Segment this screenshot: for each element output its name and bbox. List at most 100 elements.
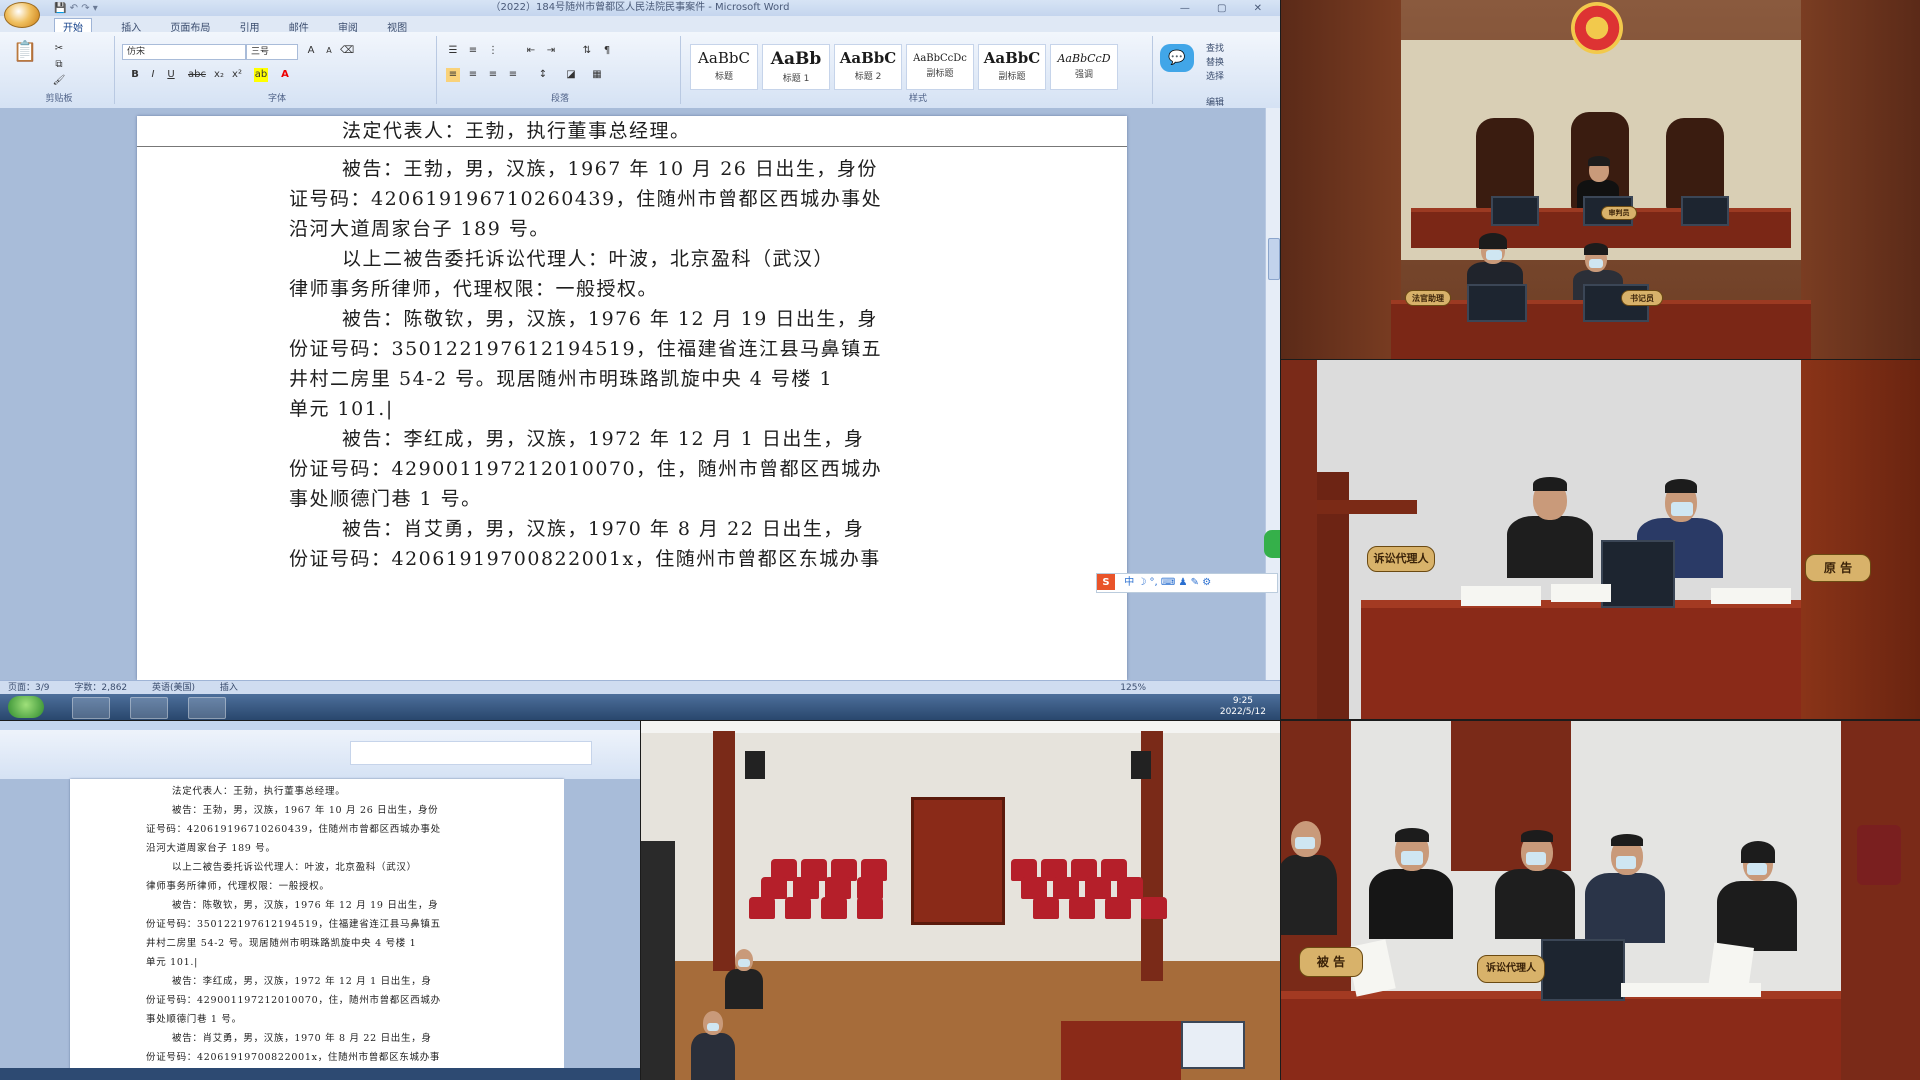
scroll-thumb[interactable] [1268,238,1280,280]
align-right-icon[interactable]: ≡ [486,68,500,82]
document-line: 以上二被告委托诉讼代理人：叶波，北京盈科（武汉） [342,248,835,270]
document-line: 法定代表人：王勃，执行董事总经理。 [342,120,691,142]
mini-document-line: 份证号码：42061919700822001x，住随州市曾都区东城办事 [146,1052,441,1063]
sort-icon[interactable]: ⇅ [580,44,594,58]
window-controls[interactable]: — ▢ ✕ [1180,1,1274,17]
select-button[interactable]: 选择 [1206,70,1224,84]
gallery-camera-feed [641,721,1280,1080]
system-clock[interactable]: 9:25 2022/5/12 [1220,696,1266,718]
clear-format-icon[interactable]: ⌫ [340,44,354,58]
ime-tools-icon[interactable]: ☽ °, ⌨ ♟ ✎ ⚙ [1137,577,1211,588]
taskbar-word-icon[interactable] [130,697,168,719]
quick-access-toolbar[interactable]: 💾 ↶ ↷ ▾ [54,1,98,17]
copy-icon[interactable]: ⧉ [52,58,66,72]
document-line: 份证号码：350122197612194519，住福建省连江县马鼻镇五 [289,338,883,360]
wood-panel [1801,360,1920,719]
numbering-icon[interactable]: ≡ [466,44,480,58]
gallery-seat [1053,877,1079,899]
office-button[interactable] [4,2,40,28]
vertical-scrollbar[interactable] [1265,108,1280,680]
font-color-icon[interactable]: A [278,68,292,82]
style-tile[interactable]: AaBbC 标题 2 [834,44,902,90]
insert-mode[interactable]: 插入 [220,683,238,693]
borders-icon[interactable]: ▦ [590,68,604,82]
line-spacing-icon[interactable]: ↕ [536,68,550,82]
underline-icon[interactable]: U [164,68,178,82]
grow-font-icon[interactable]: A [304,44,318,58]
style-tile[interactable]: AaBb 标题 1 [762,44,830,90]
subscript-icon[interactable]: x₂ [212,68,226,82]
change-styles-icon[interactable]: 💬 [1160,44,1194,72]
document-line: 被告：王勃，男，汉族，1967 年 10 月 26 日出生，身份 [342,158,878,180]
side-green-tab[interactable] [1264,530,1280,558]
increase-indent-icon[interactable]: ⇥ [544,44,558,58]
document-line: 被告：李红成，男，汉族，1972 年 12 月 1 日出生，身 [342,428,865,450]
shrink-font-icon[interactable]: A [322,44,336,58]
word-window: 💾 ↶ ↷ ▾ （2022）184号随州市曾都区人民法院民事案件 - Micro… [0,0,1280,720]
document-page[interactable]: 法定代表人：王勃，执行董事总经理。被告：王勃，男，汉族，1967 年 10 月 … [137,116,1127,680]
gallery-seat [1085,877,1111,899]
document-line: 被告：肖艾勇，男，汉族，1970 年 8 月 22 日出生，身 [342,518,865,540]
document-line: 份证号码：42061919700822001x，住随州市曾都区东城办事 [289,548,881,570]
find-button[interactable]: 查找 [1206,42,1224,56]
bullets-icon[interactable]: ☰ [446,44,460,58]
header-rule [137,146,1127,147]
handbag [1857,825,1901,885]
mini-document-line: 事处顺德门巷 1 号。 [146,1014,242,1025]
editing-group: 查找 替换 选择 编辑 [1206,42,1224,108]
plaintiff-desk [1361,600,1801,719]
superscript-icon[interactable]: x² [230,68,244,82]
justify-icon[interactable]: ≡ [506,68,520,82]
style-name: 标题 1 [782,74,810,84]
mini-taskbar [0,1068,640,1080]
style-tile[interactable]: AaBbC 标题 [690,44,758,90]
paste-icon[interactable]: 📋 [12,41,38,74]
align-center-icon[interactable]: ≡ [466,68,480,82]
ime-mode: 中 [1124,577,1135,588]
language[interactable]: 英语(美国) [152,683,195,693]
mini-document-line: 份证号码：429001197212010070，住，随州市曾都区西城办 [146,995,441,1006]
replace-button[interactable]: 替换 [1206,56,1224,70]
zoom-level[interactable]: 125% [1120,681,1146,695]
shading-icon[interactable]: ◪ [564,68,578,82]
style-tile[interactable]: AaBbCcDc 副标题 [906,44,974,90]
bench-camera-feed: 审判员 法官助理 书记员 [1281,0,1920,359]
role-sign-plaintiff: 原 告 [1805,554,1871,582]
highlight-icon[interactable]: ab [254,68,268,82]
mini-document-line: 证号码：420619196710260439，住随州市曾都区西城办事处 [146,824,441,835]
format-painter-icon[interactable]: 🖌 [52,74,66,88]
style-tile[interactable]: AaBbC 副标题 [978,44,1046,90]
bold-icon[interactable]: B [128,68,142,82]
document-line: 律师事务所律师，代理权限：一般授权。 [289,278,659,300]
role-sign-defendant: 被 告 [1299,947,1363,977]
desk-paper [1461,586,1541,606]
strikethrough-icon[interactable]: abc [188,68,206,82]
font-size-select[interactable]: 三号 [246,44,298,60]
mirrored-word-window: 法定代表人：王勃，执行董事总经理。 被告：王勃，男，汉族，1967 年 10 月 … [0,721,640,1080]
ribbon-tabs: 开始 插入 页面布局 引用 邮件 审阅 视图 [54,18,433,34]
align-left-icon[interactable]: ≡ [446,68,460,82]
mini-document-line: 单元 101.| [146,957,198,968]
show-marks-icon[interactable]: ¶ [600,44,614,58]
document-line: 份证号码：429001197212010070，住，随州市曾都区西城办 [289,458,883,480]
mini-doc-margin [0,779,70,1080]
font-name-select[interactable]: 仿宋 [122,44,246,60]
taskbar-app-icon[interactable] [72,697,110,719]
mini-doc-margin [564,779,640,1080]
italic-icon[interactable]: I [146,68,160,82]
taskbar-folder-icon[interactable] [188,697,226,719]
cut-icon[interactable]: ✂ [52,42,66,56]
clipboard-label: 剪贴板 [45,94,73,104]
bench-monitor [1681,196,1729,226]
mini-style-gallery [350,741,592,765]
ime-toolbar[interactable]: S 中 ☽ °, ⌨ ♟ ✎ ⚙ [1096,573,1278,593]
multilevel-icon[interactable]: ⋮ [486,44,500,58]
style-tile[interactable]: AaBbCcD 强调 [1050,44,1118,90]
gallery-seat [825,877,851,899]
styles-group: AaBbC 标题 AaBb 标题 1 AaBbC 标题 2 AaBbCcDc 副标题 A… [684,36,1153,104]
font-label: 字体 [267,94,286,104]
start-button[interactable] [8,696,44,718]
decrease-indent-icon[interactable]: ⇤ [524,44,538,58]
railing [1317,500,1417,514]
left-panel [1281,0,1401,359]
